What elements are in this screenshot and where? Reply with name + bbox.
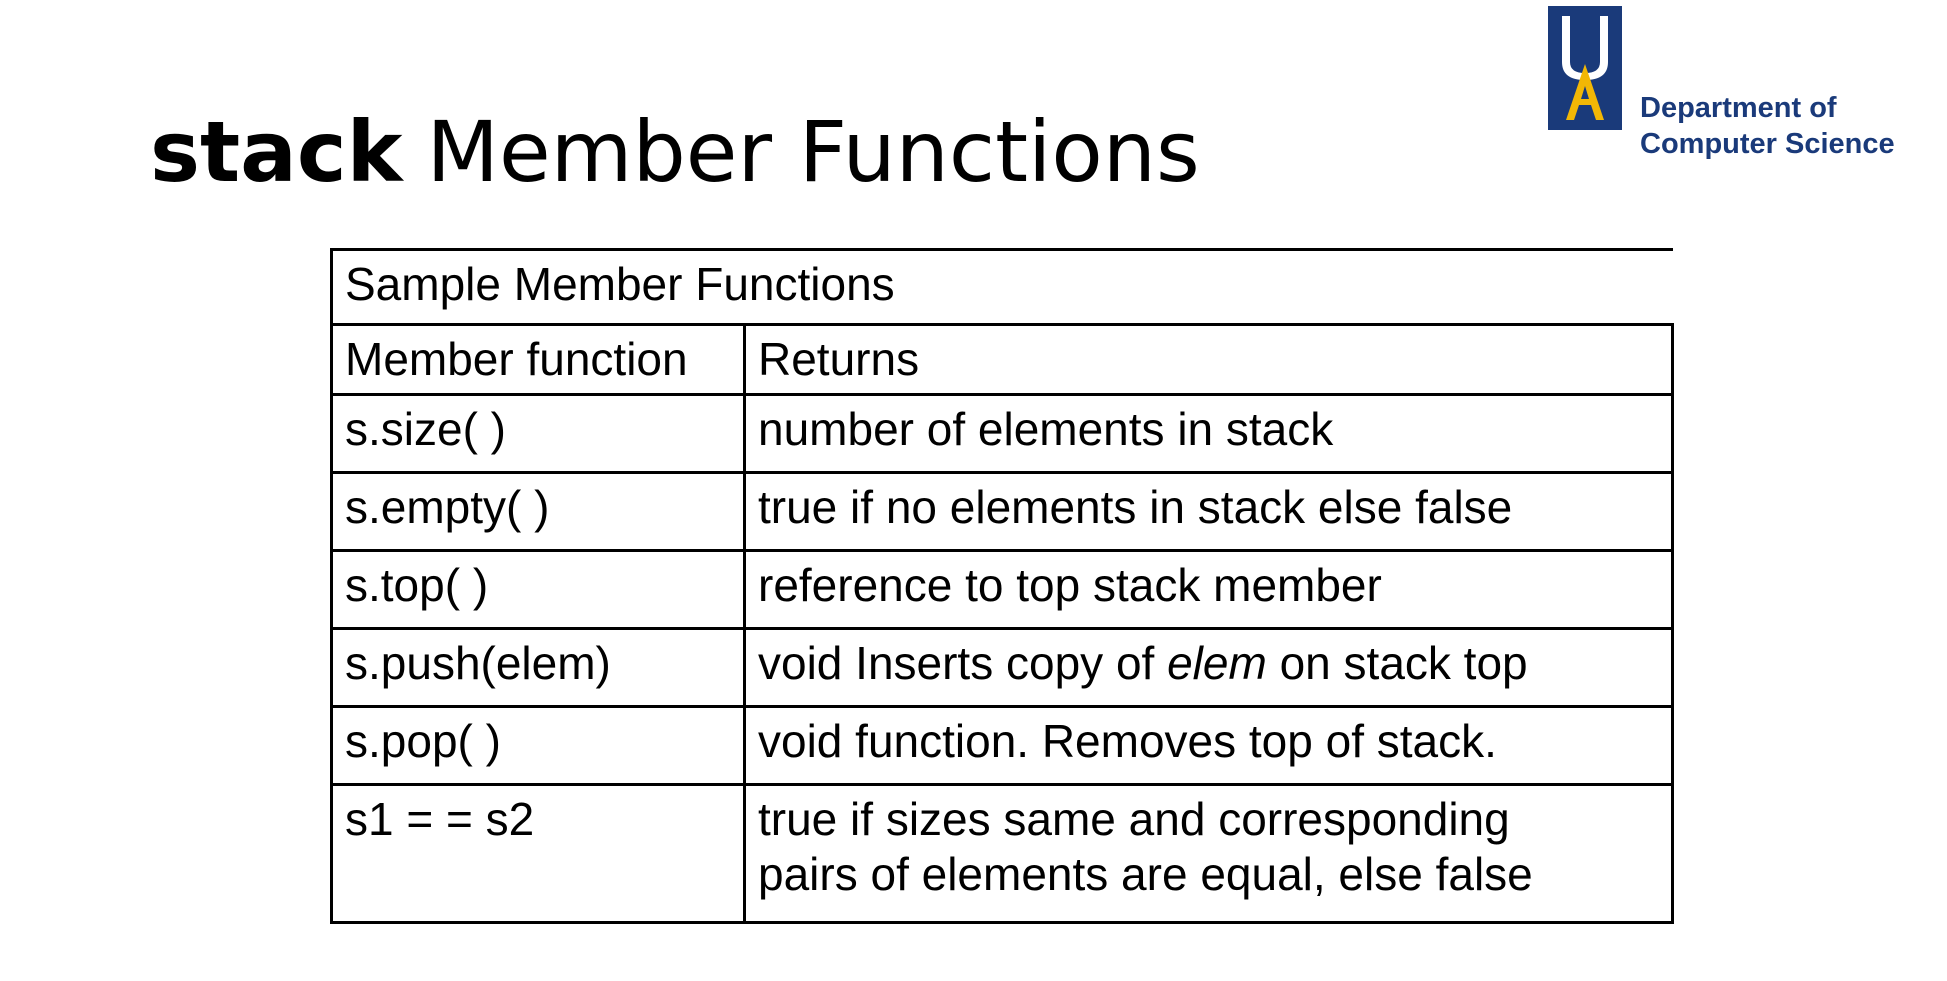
table-row: s.push(elem) void Inserts copy of elem o… [330, 627, 1674, 709]
title-rest: Member Functions [426, 103, 1200, 201]
title-code-word: stack [150, 103, 403, 201]
table-row: s.empty( ) true if no elements in stack … [330, 471, 1674, 553]
logo-line-1: Department of [1640, 92, 1837, 124]
table-row: s.pop( ) void function. Removes top of s… [330, 705, 1674, 787]
function-cell: s.pop( ) [330, 705, 746, 787]
returns-cell: true if sizes same and corresponding pair… [743, 783, 1674, 925]
returns-cell: void function. Removes top of stack. [743, 705, 1674, 787]
returns-text-post: on stack top [1266, 637, 1528, 690]
ua-logo-icon [1548, 6, 1622, 130]
returns-line-1: true if sizes same and corresponding [758, 793, 1510, 846]
header-returns: Returns [743, 322, 1674, 397]
function-cell: s.empty( ) [330, 471, 746, 553]
table-row: s.top( ) reference to top stack member [330, 549, 1674, 631]
returns-line-2: pairs of elements are equal, else false [758, 848, 1533, 901]
function-cell: s1 = = s2 [330, 783, 746, 925]
table-row: s1 = = s2 true if sizes same and corresp… [330, 783, 1674, 925]
returns-text-emphasis: elem [1167, 637, 1267, 690]
function-cell: s.push(elem) [330, 627, 746, 709]
table-caption: Sample Member Functions [330, 248, 1673, 326]
header-member-function: Member function [330, 322, 746, 397]
returns-cell: number of elements in stack [743, 393, 1674, 475]
function-cell: s.top( ) [330, 549, 746, 631]
logo-line-2: Computer Science [1640, 128, 1895, 160]
returns-cell: true if no elements in stack else false [743, 471, 1674, 553]
returns-cell: void Inserts copy of elem on stack top [743, 627, 1674, 709]
function-cell: s.size( ) [330, 393, 746, 475]
table-header-row: Member function Returns [330, 322, 1674, 397]
returns-cell: reference to top stack member [743, 549, 1674, 631]
table-caption-row: Sample Member Functions [330, 248, 1673, 326]
slide-title: stack Member Functions [150, 110, 1200, 194]
returns-text-pre: void Inserts copy of [758, 637, 1168, 690]
table-row: s.size( ) number of elements in stack [330, 393, 1674, 475]
logo-text: Department of Computer Science [1640, 90, 1895, 162]
department-logo: Department of Computer Science [1548, 6, 1895, 160]
member-functions-table: Sample Member Functions Member function … [330, 248, 1674, 925]
